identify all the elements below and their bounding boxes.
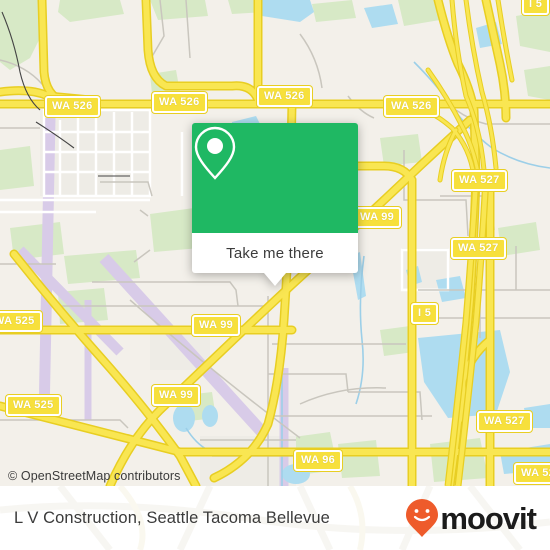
footer-bar: L V Construction, Seattle Tacoma Bellevu… bbox=[0, 486, 550, 550]
moovit-smiley-pin-icon bbox=[406, 499, 439, 537]
moovit-wordmark: moovit bbox=[440, 500, 537, 536]
take-me-there-button[interactable]: Take me there bbox=[192, 233, 358, 273]
moovit-logo[interactable]: moovit bbox=[405, 498, 537, 538]
map-canvas[interactable]: WA 526 WA 526 WA 526 WA 526 WA 527 WA 52… bbox=[0, 0, 550, 486]
map-screenshot: WA 526 WA 526 WA 526 WA 526 WA 527 WA 52… bbox=[0, 0, 550, 550]
road-shield: WA 99 bbox=[152, 385, 201, 406]
road-shield: WA 99 bbox=[353, 207, 402, 228]
road-shield: WA 525 bbox=[0, 311, 42, 332]
road-shield: WA 527 bbox=[477, 411, 532, 432]
location-popup-card[interactable]: Take me there bbox=[192, 123, 358, 286]
road-shield: WA 96 bbox=[294, 450, 343, 471]
road-shield: I 5 bbox=[522, 0, 550, 15]
road-shield: WA 526 bbox=[152, 92, 207, 113]
take-me-there-label: Take me there bbox=[226, 244, 324, 262]
road-shield: WA 526 bbox=[384, 96, 439, 117]
road-shield: WA 526 bbox=[257, 86, 312, 107]
popup-pin-area bbox=[192, 123, 358, 233]
road-shield: WA 527 bbox=[451, 238, 506, 259]
road-shield: WA 99 bbox=[192, 315, 241, 336]
road-shield: I 5 bbox=[411, 303, 439, 324]
road-shield: WA 527 bbox=[514, 463, 550, 484]
road-shield: WA 526 bbox=[45, 96, 100, 117]
popup-pointer bbox=[264, 273, 286, 286]
page-title: L V Construction, Seattle Tacoma Bellevu… bbox=[14, 508, 330, 527]
road-shield: WA 525 bbox=[6, 395, 61, 416]
road-shield: WA 527 bbox=[452, 170, 507, 191]
map-pin-icon bbox=[194, 126, 236, 180]
map-attribution[interactable]: © OpenStreetMap contributors bbox=[8, 469, 181, 483]
